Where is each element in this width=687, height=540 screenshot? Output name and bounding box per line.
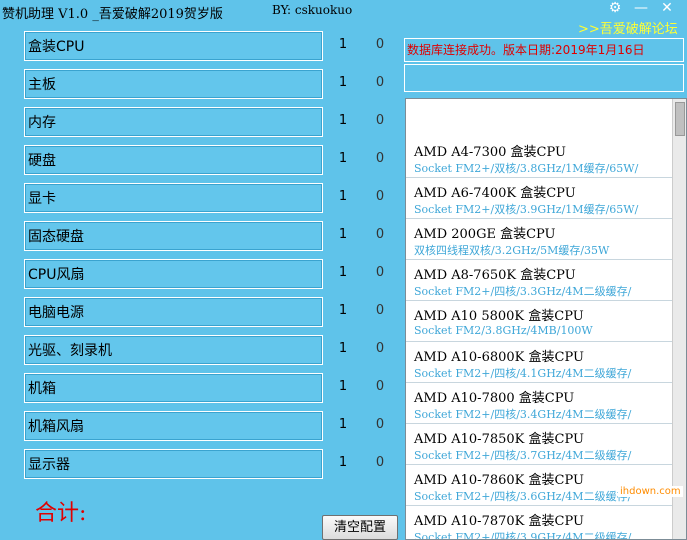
category-row: 固态硬盘 1 0 — [24, 221, 394, 255]
category-row: 显卡 1 0 — [24, 183, 394, 217]
category-sub: 0 — [375, 303, 385, 318]
product-name: AMD A10 5800K 盒装CPU — [414, 309, 584, 324]
forum-link[interactable]: >>吾爱破解论坛 — [578, 18, 678, 37]
category-qty: 1 — [338, 455, 348, 470]
category-button[interactable]: 显卡 — [24, 183, 323, 213]
product-name: AMD A10-7800 盒装CPU — [414, 391, 575, 406]
category-row: 显示器 1 0 — [24, 449, 394, 483]
category-row: 主板 1 0 — [24, 69, 394, 103]
product-spec: Socket FM2/3.8GHz/4MB/100W — [414, 324, 593, 337]
list-item[interactable]: AMD A10 5800K 盒装CPU Socket FM2/3.8GHz/4MB… — [406, 301, 686, 342]
list-item[interactable]: AMD A8-7650K 盒装CPU Socket FM2+/四核/3.3GHz/… — [406, 260, 686, 301]
category-row: 机箱 1 0 — [24, 373, 394, 407]
category-button[interactable]: 盒装CPU — [24, 31, 323, 61]
product-spec: Socket FM2+/四核/4.1GHz/4M二级缓存/ — [414, 367, 632, 380]
category-qty: 1 — [338, 303, 348, 318]
category-row: 硬盘 1 0 — [24, 145, 394, 179]
category-sub: 0 — [375, 189, 385, 204]
category-qty: 1 — [338, 113, 348, 128]
product-spec: Socket FM2+/双核/3.9GHz/1M缓存/65W/ — [414, 203, 639, 216]
product-name: AMD A10-7870K 盒装CPU — [414, 514, 584, 529]
category-row: 盒装CPU 1 0 — [24, 31, 394, 65]
product-spec: Socket FM2+/双核/3.8GHz/1M缓存/65W/ — [414, 162, 639, 175]
list-item[interactable]: AMD A6-7400K 盒装CPU Socket FM2+/双核/3.9GHz/… — [406, 178, 686, 219]
category-sub: 0 — [375, 379, 385, 394]
category-row: 电脑电源 1 0 — [24, 297, 394, 331]
product-name: AMD A10-7860K 盒装CPU — [414, 473, 584, 488]
category-sub: 0 — [375, 227, 385, 242]
product-name: AMD A10-6800K 盒装CPU — [414, 350, 584, 365]
category-button[interactable]: 内存 — [24, 107, 323, 137]
product-name: AMD 200GE 盒装CPU — [414, 227, 556, 242]
watermark: ihdown.com — [618, 486, 683, 497]
category-row: CPU风扇 1 0 — [24, 259, 394, 293]
category-button[interactable]: 光驱、刻录机 — [24, 335, 323, 365]
category-button[interactable]: 机箱风扇 — [24, 411, 323, 441]
category-sub: 0 — [375, 151, 385, 166]
category-qty: 1 — [338, 189, 348, 204]
list-item[interactable]: AMD A10-7850K 盒装CPU Socket FM2+/四核/3.7GHz… — [406, 424, 686, 465]
scrollbar-thumb[interactable] — [675, 102, 685, 136]
gear-icon[interactable]: ⚙ — [604, 0, 626, 18]
category-qty: 1 — [338, 379, 348, 394]
category-sub: 0 — [375, 341, 385, 356]
category-sub: 0 — [375, 75, 385, 90]
total-label: 合计: — [35, 501, 87, 526]
category-sub: 0 — [375, 417, 385, 432]
product-list[interactable]: AMD A4-7300 盒装CPU Socket FM2+/双核/3.8GHz/1… — [405, 98, 687, 540]
category-qty: 1 — [338, 341, 348, 356]
product-spec: Socket FM2+/四核/3.4GHz/4M二级缓存/ — [414, 408, 632, 421]
product-spec: Socket FM2+/四核/3.3GHz/4M二级缓存/ — [414, 285, 632, 298]
list-item[interactable]: AMD A10-7870K 盒装CPU Socket FM2+/四核/3.9GHz… — [406, 506, 686, 540]
category-row: 内存 1 0 — [24, 107, 394, 141]
list-item[interactable]: AMD A10-6800K 盒装CPU Socket FM2+/四核/4.1GHz… — [406, 342, 686, 383]
product-items: AMD A4-7300 盒装CPU Socket FM2+/双核/3.8GHz/1… — [406, 137, 686, 540]
title-bar: 赞机助理 V1.0 _吾爱破解2019贺岁版 BY: cskuokuo ⚙ — … — [0, 0, 687, 37]
category-qty: 1 — [338, 417, 348, 432]
list-item[interactable]: AMD A4-7300 盒装CPU Socket FM2+/双核/3.8GHz/1… — [406, 137, 686, 178]
category-qty: 1 — [338, 37, 348, 52]
category-qty: 1 — [338, 151, 348, 166]
category-button[interactable]: 显示器 — [24, 449, 323, 479]
category-qty: 1 — [338, 265, 348, 280]
product-name: AMD A4-7300 盒装CPU — [414, 145, 566, 160]
category-sub: 0 — [375, 455, 385, 470]
product-name: AMD A10-7850K 盒装CPU — [414, 432, 584, 447]
list-item[interactable]: AMD A10-7800 盒装CPU Socket FM2+/四核/3.4GHz/… — [406, 383, 686, 424]
product-name: AMD A8-7650K 盒装CPU — [414, 268, 576, 283]
category-sub: 0 — [375, 37, 385, 52]
category-row: 机箱风扇 1 0 — [24, 411, 394, 445]
status-message: 数据库连接成功。版本日期:2019年1月16日 — [404, 38, 684, 62]
category-button[interactable]: 固态硬盘 — [24, 221, 323, 251]
scrollbar[interactable] — [672, 99, 686, 539]
category-button[interactable]: CPU风扇 — [24, 259, 323, 289]
close-button[interactable]: ✕ — [656, 0, 678, 18]
category-row: 光驱、刻录机 1 0 — [24, 335, 394, 369]
app-title: 赞机助理 V1.0 _吾爱破解2019贺岁版 — [2, 7, 223, 22]
category-qty: 1 — [338, 75, 348, 90]
category-button[interactable]: 电脑电源 — [24, 297, 323, 327]
category-sub: 0 — [375, 265, 385, 280]
product-name: AMD A6-7400K 盒装CPU — [414, 186, 576, 201]
clear-config-button[interactable]: 清空配置 — [322, 515, 398, 540]
category-sub: 0 — [375, 113, 385, 128]
author-label: BY: cskuokuo — [272, 3, 353, 17]
list-item[interactable]: AMD 200GE 盒装CPU 双核四线程双核/3.2GHz/5M缓存/35W — [406, 219, 686, 260]
product-spec: Socket FM2+/四核/3.9GHz/4M二级缓存/ — [414, 531, 632, 540]
category-button[interactable]: 硬盘 — [24, 145, 323, 175]
info-box — [404, 64, 684, 92]
category-button[interactable]: 主板 — [24, 69, 323, 99]
product-spec: 双核四线程双核/3.2GHz/5M缓存/35W — [414, 244, 610, 257]
product-spec: Socket FM2+/四核/3.7GHz/4M二级缓存/ — [414, 449, 632, 462]
category-qty: 1 — [338, 227, 348, 242]
minimize-button[interactable]: — — [630, 0, 652, 18]
category-button[interactable]: 机箱 — [24, 373, 323, 403]
